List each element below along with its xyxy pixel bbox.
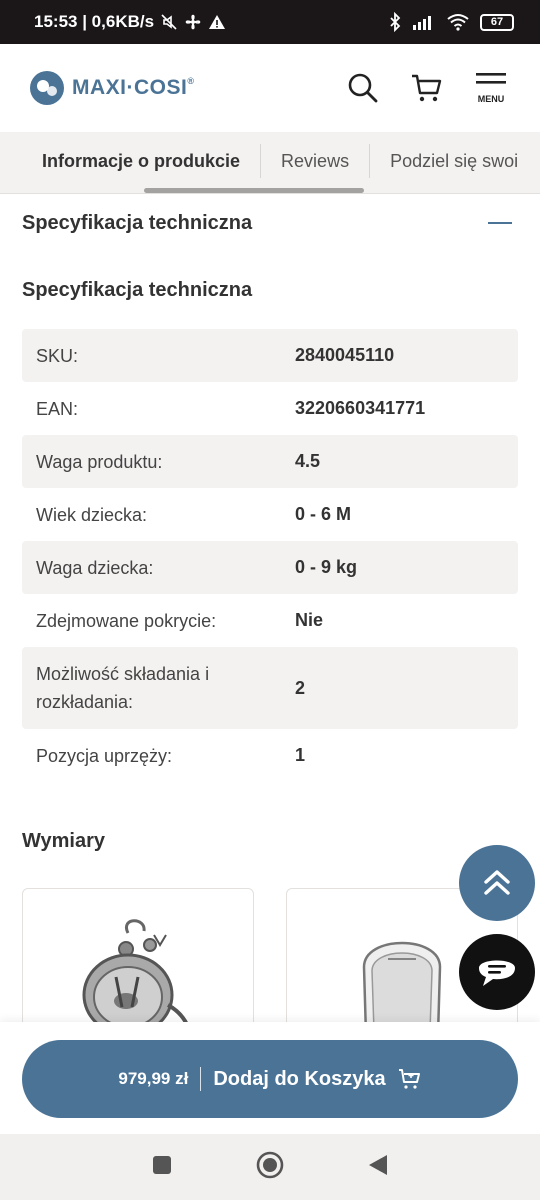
status-left: 15:53 | 0,6KB/s bbox=[34, 12, 226, 32]
status-right: 67 bbox=[388, 12, 514, 32]
header-icons: MENU bbox=[344, 69, 510, 107]
logo[interactable]: MAXI·COSI® bbox=[30, 71, 194, 105]
cart-icon bbox=[412, 74, 442, 102]
warning-icon bbox=[209, 15, 226, 29]
spec-section-title: Specyfikacja techniczna bbox=[22, 278, 253, 301]
price: 979,99 zł bbox=[118, 1069, 189, 1088]
site-header: MAXI·COSI® MENU bbox=[0, 44, 540, 132]
recents-button[interactable] bbox=[151, 1154, 173, 1181]
chat-icon bbox=[479, 960, 515, 986]
spec-label: Waga dziecka: bbox=[36, 557, 154, 578]
collapse-minus-icon[interactable] bbox=[488, 222, 512, 224]
fan-icon bbox=[185, 14, 201, 30]
tabs-row: Informacje o produkcie Reviews Podziel s… bbox=[0, 132, 540, 190]
chat-button[interactable] bbox=[459, 934, 535, 1010]
android-nav-bar bbox=[0, 1134, 540, 1200]
spec-label: SKU: bbox=[36, 345, 79, 366]
status-bar: 15:53 | 0,6KB/s 67 bbox=[0, 0, 540, 44]
spec-value: 2 bbox=[295, 677, 306, 698]
spec-value: 1 bbox=[295, 745, 306, 765]
search-icon bbox=[348, 73, 378, 103]
add-to-cart-label: Dodaj do Koszyka bbox=[213, 1067, 386, 1090]
battery-indicator: 67 bbox=[480, 13, 514, 31]
tab-product-info[interactable]: Informacje o produkcie bbox=[22, 144, 262, 178]
spec-value: 3220660341771 bbox=[295, 398, 426, 418]
recents-icon bbox=[153, 1155, 171, 1174]
spec-row-child-weight: Waga dziecka: 0 - 9 kg bbox=[22, 541, 518, 594]
status-time-speed: 15:53 | 0,6KB/s bbox=[34, 12, 155, 31]
mute-icon bbox=[161, 14, 177, 30]
home-button[interactable] bbox=[255, 1150, 285, 1185]
logo-mark-icon bbox=[30, 71, 64, 105]
cart-button[interactable] bbox=[408, 69, 446, 107]
back-button[interactable] bbox=[367, 1153, 389, 1182]
logo-text: MAXI·COSI® bbox=[72, 76, 195, 99]
spec-label: Waga produktu: bbox=[36, 451, 163, 472]
wifi-icon bbox=[447, 14, 469, 31]
menu-icon bbox=[476, 73, 506, 84]
back-icon bbox=[369, 1154, 387, 1175]
chevron-up-icon bbox=[484, 870, 510, 895]
signal-icon bbox=[413, 16, 431, 30]
search-button[interactable] bbox=[344, 69, 382, 107]
spec-row-sku: SKU: 2840045110 bbox=[22, 329, 518, 382]
spec-row-child-age: Wiek dziecka: 0 - 6 M bbox=[22, 488, 518, 541]
scroll-to-top-button[interactable] bbox=[459, 845, 535, 921]
add-to-cart-button[interactable]: 979,99 zł Dodaj do Koszyka bbox=[22, 1040, 518, 1118]
cart-icon bbox=[398, 1069, 420, 1089]
spec-value: 4.5 bbox=[295, 451, 321, 471]
spec-label: Wiek dziecka: bbox=[36, 504, 148, 525]
spec-row-product-weight: Waga produktu: 4.5 bbox=[22, 435, 518, 488]
spec-row-harness-position: Pozycja uprzęży: 1 bbox=[22, 729, 518, 782]
price-separator bbox=[200, 1067, 202, 1091]
spec-value: 0 - 9 kg bbox=[295, 557, 358, 577]
spec-value: Nie bbox=[295, 610, 324, 630]
tab-share[interactable]: Podziel się swoi bbox=[370, 144, 538, 178]
spec-label: Możliwość składania i rozkładania: bbox=[36, 664, 210, 712]
product-tabs: Informacje o produkcie Reviews Podziel s… bbox=[0, 132, 540, 194]
tab-scroll-indicator bbox=[144, 188, 364, 193]
bluetooth-icon bbox=[390, 12, 401, 32]
spec-label: Pozycja uprzęży: bbox=[36, 745, 173, 766]
spec-accordion-header[interactable]: Specyfikacja techniczna bbox=[22, 194, 518, 252]
spec-label: Zdejmowane pokrycie: bbox=[36, 610, 217, 631]
tab-reviews[interactable]: Reviews bbox=[261, 144, 371, 178]
spec-value: 0 - 6 M bbox=[295, 504, 352, 524]
spec-table: SKU: 2840045110 EAN: 3220660341771 Waga … bbox=[22, 329, 518, 782]
home-icon bbox=[256, 1151, 284, 1178]
spec-value: 2840045110 bbox=[295, 345, 395, 365]
accordion-title: Specyfikacja techniczna bbox=[22, 211, 253, 234]
dimensions-title: Wymiary bbox=[22, 829, 106, 852]
spec-label: EAN: bbox=[36, 398, 79, 419]
menu-button[interactable]: MENU bbox=[472, 69, 510, 107]
sticky-add-to-cart-bar: 979,99 zł Dodaj do Koszyka bbox=[0, 1022, 540, 1134]
spec-row-ean: EAN: 3220660341771 bbox=[22, 382, 518, 435]
menu-label: MENU bbox=[477, 94, 505, 104]
main-content: Specyfikacja techniczna Specyfikacja tec… bbox=[22, 194, 518, 1068]
spec-row-removable-cover: Zdejmowane pokrycie: Nie bbox=[22, 594, 518, 647]
spec-row-folding: Możliwość składania i rozkładania: 2 bbox=[22, 647, 518, 729]
